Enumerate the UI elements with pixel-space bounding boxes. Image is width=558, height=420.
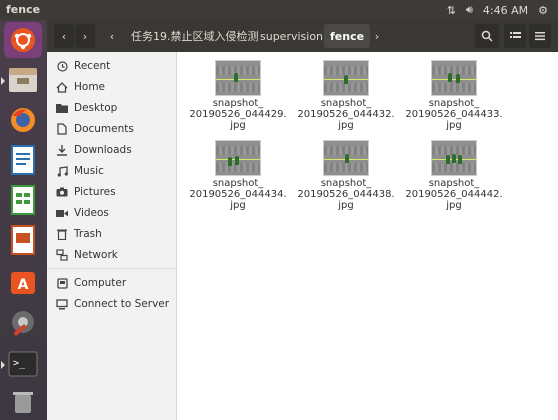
places-sidebar: Recent Home Desktop Documents Downloads … [47,52,177,420]
file-item[interactable]: snapshot_ 20190526_044438. jpg [296,134,396,212]
svg-text:A: A [18,277,29,293]
server-icon [55,297,69,311]
sidebar-item-label: Documents [74,123,134,135]
path-scroll-left-button[interactable]: ‹ [103,24,121,48]
file-grid: snapshot_ 20190526_044429. jpg snapshot_ 20… [178,52,558,420]
file-name: snapshot_ 20190526_044433. jpg [405,98,503,131]
trash-icon[interactable] [4,384,42,420]
sidebar-divider [47,268,177,269]
sidebar-item-trash[interactable]: Trash [47,224,177,244]
settings-gear-icon[interactable]: ⚙ [538,4,548,17]
file-item[interactable]: snapshot_ 20190526_044442. jpg [404,134,504,212]
sidebar-item-downloads[interactable]: Downloads [47,140,177,160]
volume-icon[interactable]: 🔊︎ [466,3,473,17]
view-list-button[interactable] [504,24,526,48]
computer-icon [55,276,69,290]
sidebar-item-label: Home [74,81,106,93]
breadcrumb-0[interactable]: 任务19.禁止区域入侵检测 [125,24,265,48]
system-tray: ⇅ 🔊︎ 4:46 AM ⚙ [447,0,558,20]
sidebar-item-desktop[interactable]: Desktop [47,98,177,118]
sidebar-item-label: Pictures [74,186,116,198]
sidebar-item-connect-to-server[interactable]: Connect to Server [47,294,177,314]
file-item[interactable]: snapshot_ 20190526_044432. jpg [296,54,396,132]
sidebar-item-label: Videos [74,207,109,219]
image-thumbnail [323,140,369,176]
clock-icon [55,59,69,73]
sidebar-item-computer[interactable]: Computer [47,273,177,293]
image-thumbnail [323,60,369,96]
network-icon [55,248,69,262]
system-settings-icon[interactable] [4,304,42,340]
launcher: A >_ [0,20,47,420]
menu-button[interactable] [529,24,551,48]
file-name: snapshot_ 20190526_044442. jpg [405,178,503,211]
breadcrumb-1[interactable]: supervision [254,24,329,48]
file-item[interactable]: snapshot_ 20190526_044429. jpg [188,54,288,132]
app-title: fence [6,3,41,16]
hamburger-menu-icon [535,32,545,41]
download-icon [55,143,69,157]
file-item[interactable]: snapshot_ 20190526_044434. jpg [188,134,288,212]
folder-icon [55,101,69,115]
network-arrows-icon[interactable]: ⇅ [447,4,456,17]
sidebar-item-label: Music [74,165,104,177]
document-icon [55,122,69,136]
sidebar-item-label: Computer [74,277,127,289]
impress-icon[interactable] [4,222,42,258]
software-center-icon[interactable]: A [4,264,42,300]
sidebar-item-label: Network [74,249,118,261]
breadcrumb-2[interactable]: fence [324,24,371,48]
path-scroll-right-button[interactable]: › [369,24,385,48]
chevron-right-icon: › [374,29,380,43]
top-panel: fence ⇅ 🔊︎ 4:46 AM ⚙ [0,0,558,20]
file-name: snapshot_ 20190526_044434. jpg [189,178,287,211]
sidebar-item-videos[interactable]: Videos [47,203,177,223]
file-name: snapshot_ 20190526_044429. jpg [189,98,287,131]
search-icon [481,30,493,42]
sidebar-item-label: Connect to Server [74,298,170,310]
terminal-icon[interactable]: >_ [1,346,42,382]
home-icon [55,80,69,94]
header-bar: ‹ › ‹ 任务19.禁止区域入侵检测 supervision fence › [47,20,558,52]
sidebar-item-pictures[interactable]: Pictures [47,182,177,202]
clock[interactable]: 4:46 AM [483,4,528,17]
list-view-icon [509,32,521,38]
file-name: snapshot_ 20190526_044438. jpg [297,178,395,211]
chevron-left-icon: ‹ [61,29,67,43]
sidebar-item-music[interactable]: Music [47,161,177,181]
writer-icon[interactable] [4,142,42,178]
sidebar-item-label: Trash [74,228,102,240]
search-button[interactable] [475,24,499,48]
chevron-left-icon: ‹ [109,29,115,43]
svg-text:>_: >_ [13,358,26,369]
trash-icon [55,227,69,241]
firefox-icon[interactable] [4,102,42,138]
sidebar-item-label: Desktop [74,102,118,114]
camera-icon [55,185,69,199]
file-item[interactable]: snapshot_ 20190526_044433. jpg [404,54,504,132]
files-icon[interactable] [1,62,42,98]
video-icon [55,206,69,220]
sidebar-item-label: Recent [74,60,111,72]
music-icon [55,164,69,178]
image-thumbnail [215,60,261,96]
sidebar-item-recent[interactable]: Recent [47,56,177,76]
sidebar-item-label: Downloads [74,144,132,156]
chevron-right-icon: › [82,29,88,43]
file-name: snapshot_ 20190526_044432. jpg [297,98,395,131]
calc-icon[interactable] [4,182,42,218]
sidebar-item-home[interactable]: Home [47,77,177,97]
back-button[interactable]: ‹ [54,24,74,48]
ubuntu-dash-icon[interactable] [4,22,42,58]
image-thumbnail [431,140,477,176]
image-thumbnail [215,140,261,176]
sidebar-item-documents[interactable]: Documents [47,119,177,139]
image-thumbnail [431,60,477,96]
sidebar-item-network[interactable]: Network [47,245,177,265]
forward-button[interactable]: › [75,24,95,48]
